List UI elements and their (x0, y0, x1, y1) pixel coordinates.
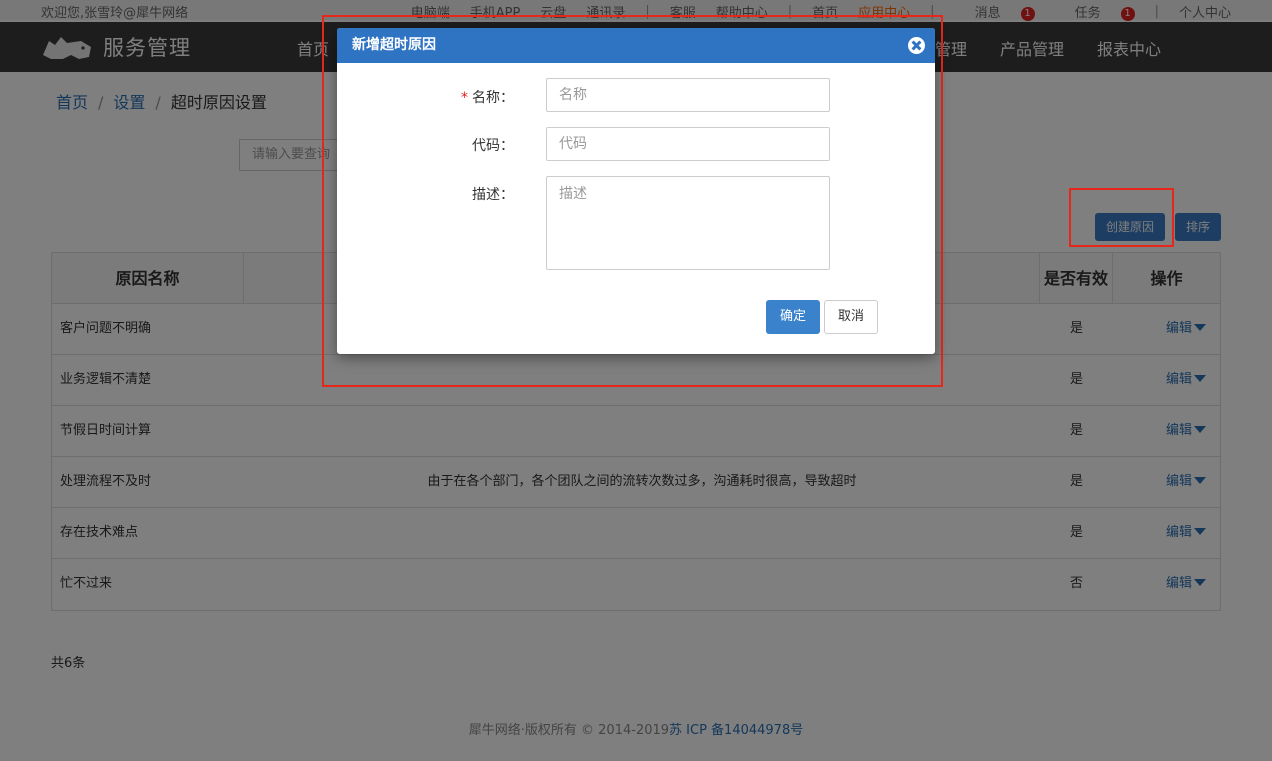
code-field[interactable]: 代码 (546, 127, 830, 161)
modal-header: 新增超时原因 (337, 28, 935, 63)
code-label: 代码： (472, 138, 514, 154)
name-label-text: 名称： (472, 90, 514, 106)
desc-textarea[interactable]: 描述 (546, 176, 830, 270)
name-field[interactable]: 名称 (546, 78, 830, 112)
highlight-box-create-button (1069, 188, 1174, 247)
name-label: * 名称： (364, 87, 514, 107)
confirm-button[interactable]: 确定 (766, 300, 820, 334)
required-mark: * (461, 90, 468, 106)
modal-title: 新增超时原因 (352, 37, 436, 53)
desc-label: 描述： (472, 187, 514, 203)
cancel-button[interactable]: 取消 (824, 300, 878, 334)
close-icon[interactable] (908, 37, 925, 54)
add-reason-modal: 新增超时原因 * 名称： 名称 代码： 代码 描述： 描述 确定 取消 (337, 28, 935, 354)
